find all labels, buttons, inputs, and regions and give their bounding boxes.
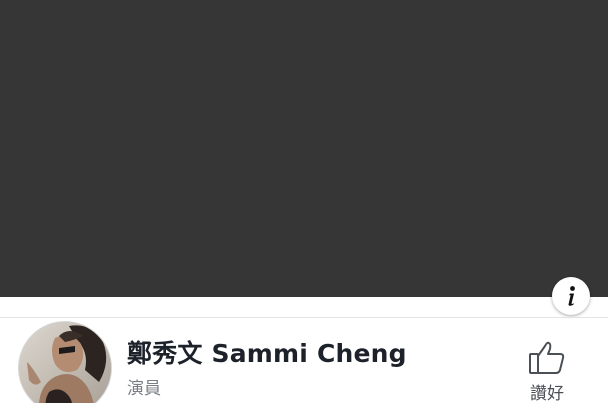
like-button[interactable]: 讚好 [520, 340, 574, 403]
info-icon [568, 286, 575, 306]
page-category: 演員 [127, 379, 161, 399]
profile-picture[interactable] [18, 321, 112, 403]
cover-photo[interactable] [0, 0, 608, 297]
info-button[interactable] [552, 277, 590, 315]
section-divider [0, 317, 608, 318]
page-name: 鄭秀文 Sammi Cheng [127, 339, 407, 368]
facebook-page-header: 鄭秀文 Sammi Cheng 演員 讚好 [0, 0, 608, 403]
like-label: 讚好 [530, 384, 564, 403]
thumbs-up-icon [529, 341, 565, 374]
